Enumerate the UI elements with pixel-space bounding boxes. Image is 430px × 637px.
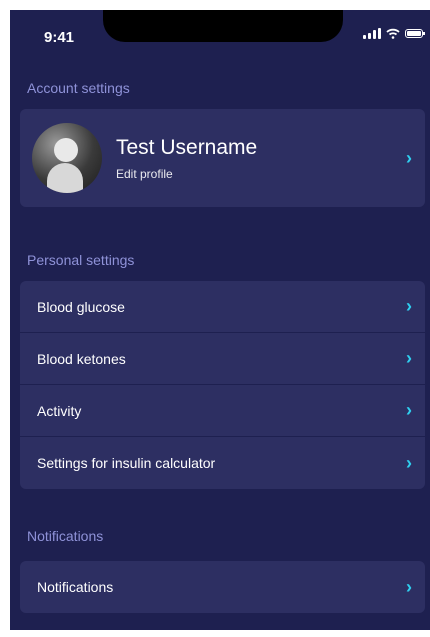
avatar — [32, 123, 102, 193]
settings-row-label: Blood glucose — [37, 298, 125, 315]
settings-row-insulin-calculator[interactable]: Settings for insulin calculator › — [20, 437, 425, 489]
status-icons — [363, 28, 425, 39]
profile-text: Test Username Edit profile — [116, 136, 403, 181]
battery-icon — [405, 29, 425, 38]
settings-row-label: Notifications — [37, 579, 114, 595]
chevron-right-icon: › — [406, 296, 412, 316]
phone-screen: 9:41 Account settings Test Username Edit… — [10, 10, 430, 630]
settings-row-label: Activity — [37, 402, 82, 419]
section-title-account: Account settings — [27, 80, 130, 96]
chevron-right-icon: › — [406, 576, 412, 597]
settings-row-label: Blood ketones — [37, 350, 126, 367]
edit-profile-link[interactable]: Edit profile — [116, 167, 403, 181]
section-title-notifications: Notifications — [27, 528, 104, 544]
settings-row-label: Settings for insulin calculator — [37, 455, 216, 471]
wifi-icon — [386, 28, 400, 39]
notifications-card: Notifications › — [20, 561, 425, 613]
status-time: 9:41 — [44, 29, 75, 46]
section-title-personal: Personal settings — [27, 252, 135, 268]
avatar-head — [54, 138, 78, 162]
chevron-right-icon: › — [406, 147, 412, 168]
chevron-right-icon: › — [406, 348, 412, 368]
personal-settings-card: Blood glucose › Blood ketones › Activity… — [20, 281, 425, 489]
settings-row-notifications[interactable]: Notifications › — [20, 561, 425, 613]
notch — [103, 10, 343, 42]
settings-row-blood-glucose[interactable]: Blood glucose › — [20, 281, 425, 333]
chevron-right-icon: › — [406, 452, 412, 473]
profile-card[interactable]: Test Username Edit profile › — [20, 109, 425, 207]
settings-row-activity[interactable]: Activity › — [20, 385, 425, 437]
avatar-body — [47, 163, 83, 193]
signal-icon — [363, 28, 381, 39]
chevron-right-icon: › — [406, 400, 412, 420]
settings-row-blood-ketones[interactable]: Blood ketones › — [20, 333, 425, 385]
profile-username: Test Username — [116, 135, 258, 159]
